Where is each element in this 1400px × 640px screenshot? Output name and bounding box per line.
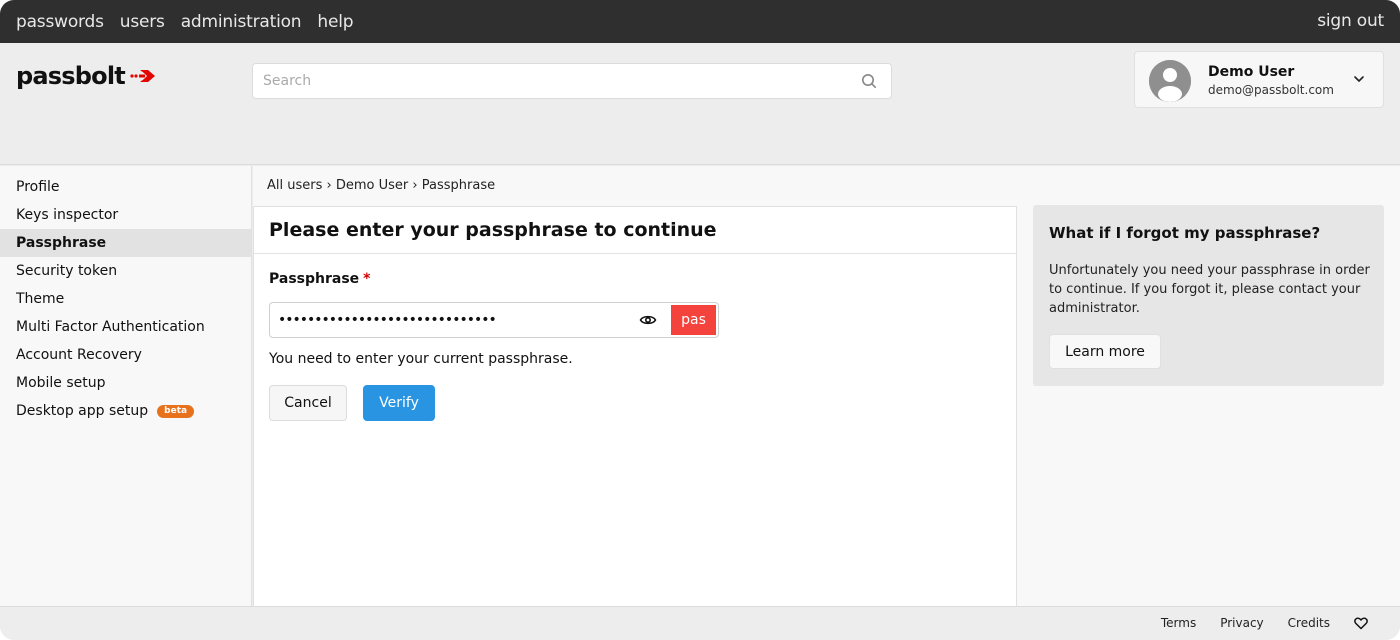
page-title: Please enter your passphrase to continue <box>254 207 1016 254</box>
sign-out-link[interactable]: sign out <box>1317 11 1384 31</box>
breadcrumb-separator: › <box>326 178 332 193</box>
footer-privacy-link[interactable]: Privacy <box>1220 616 1263 630</box>
sidebar-item-desktop-app-setup[interactable]: Desktop app setup beta <box>0 397 251 425</box>
sidebar-item-account-recovery[interactable]: Account Recovery <box>0 341 251 369</box>
sidebar-item-mobile-setup[interactable]: Mobile setup <box>0 369 251 397</box>
cancel-button[interactable]: Cancel <box>269 385 347 421</box>
sidebar-item-label: Theme <box>16 291 65 307</box>
learn-more-button[interactable]: Learn more <box>1049 334 1161 369</box>
breadcrumb-demo-user[interactable]: Demo User <box>336 178 408 193</box>
user-name: Demo User <box>1208 64 1295 80</box>
sidebar-item-label: Passphrase <box>16 235 107 251</box>
sidebar-item-passphrase[interactable]: Passphrase <box>0 229 251 257</box>
top-navigation: passwords users administration help sign… <box>0 0 1400 43</box>
sidebar-item-theme[interactable]: Theme <box>0 285 251 313</box>
sidebar: Profile Keys inspector Passphrase Securi… <box>0 166 252 606</box>
user-avatar-icon <box>1149 60 1191 102</box>
help-body: Unfortunately you need your passphrase i… <box>1049 263 1370 316</box>
sidebar-item-label: Desktop app setup <box>16 403 149 419</box>
passbolt-logo[interactable]: passbolt <box>16 62 158 90</box>
footer-credits-link[interactable]: Credits <box>1288 616 1330 630</box>
user-email: demo@passbolt.com <box>1208 83 1334 97</box>
eye-icon[interactable] <box>639 313 657 327</box>
passphrase-label-text: Passphrase <box>269 271 360 287</box>
main-content: All users › Demo User › Passphrase Pleas… <box>253 166 1400 606</box>
sidebar-item-mfa[interactable]: Multi Factor Authentication <box>0 313 251 341</box>
passphrase-input[interactable] <box>278 303 628 337</box>
required-marker: * <box>363 271 371 287</box>
nav-users[interactable]: users <box>120 12 165 32</box>
sidebar-item-label: Mobile setup <box>16 375 106 391</box>
breadcrumb-all-users[interactable]: All users <box>267 178 322 193</box>
heart-icon[interactable] <box>1354 616 1368 630</box>
breadcrumb-separator: › <box>412 178 418 193</box>
sidebar-item-label: Keys inspector <box>16 207 119 223</box>
passphrase-help-text: You need to enter your current passphras… <box>269 351 573 367</box>
search-input[interactable] <box>253 64 833 98</box>
beta-badge: beta <box>157 404 195 418</box>
logo-text: passbolt <box>16 62 126 90</box>
nav-administration[interactable]: administration <box>181 12 302 32</box>
user-badge[interactable]: Demo User demo@passbolt.com <box>1134 51 1384 108</box>
search-bar <box>252 63 892 99</box>
breadcrumb: All users › Demo User › Passphrase <box>267 178 495 193</box>
footer: Terms Privacy Credits <box>0 606 1400 640</box>
avatar <box>1149 60 1191 102</box>
help-title: What if I forgot my passphrase? <box>1049 224 1321 242</box>
passphrase-label: Passphrase * <box>269 271 371 287</box>
sidebar-item-label: Security token <box>16 263 118 279</box>
passphrase-field: pas <box>269 302 719 338</box>
app-window: passwords users administration help sign… <box>0 0 1400 640</box>
header: passbolt Demo User <box>0 43 1400 165</box>
breadcrumb-passphrase[interactable]: Passphrase <box>422 178 495 193</box>
sidebar-item-label: Profile <box>16 179 60 195</box>
sidebar-item-security-token[interactable]: Security token <box>0 257 251 285</box>
footer-links: Terms Privacy Credits <box>1161 616 1368 630</box>
chevron-down-icon[interactable] <box>1353 74 1365 84</box>
passphrase-panel: Please enter your passphrase to continue… <box>253 206 1017 606</box>
logo-mark-icon <box>130 70 155 82</box>
nav-passwords[interactable]: passwords <box>16 12 104 32</box>
search-icon[interactable] <box>861 73 877 89</box>
sidebar-item-label: Account Recovery <box>16 347 142 363</box>
forgot-passphrase-help: What if I forgot my passphrase? Unfortun… <box>1033 205 1384 386</box>
top-menu: passwords users administration help <box>0 12 354 32</box>
nav-help[interactable]: help <box>317 12 353 32</box>
sidebar-item-label: Multi Factor Authentication <box>16 319 205 335</box>
verify-button[interactable]: Verify <box>363 385 435 421</box>
footer-terms-link[interactable]: Terms <box>1161 616 1196 630</box>
sidebar-item-keys-inspector[interactable]: Keys inspector <box>0 201 251 229</box>
security-token-badge: pas <box>671 305 716 335</box>
sidebar-item-profile[interactable]: Profile <box>0 173 251 201</box>
